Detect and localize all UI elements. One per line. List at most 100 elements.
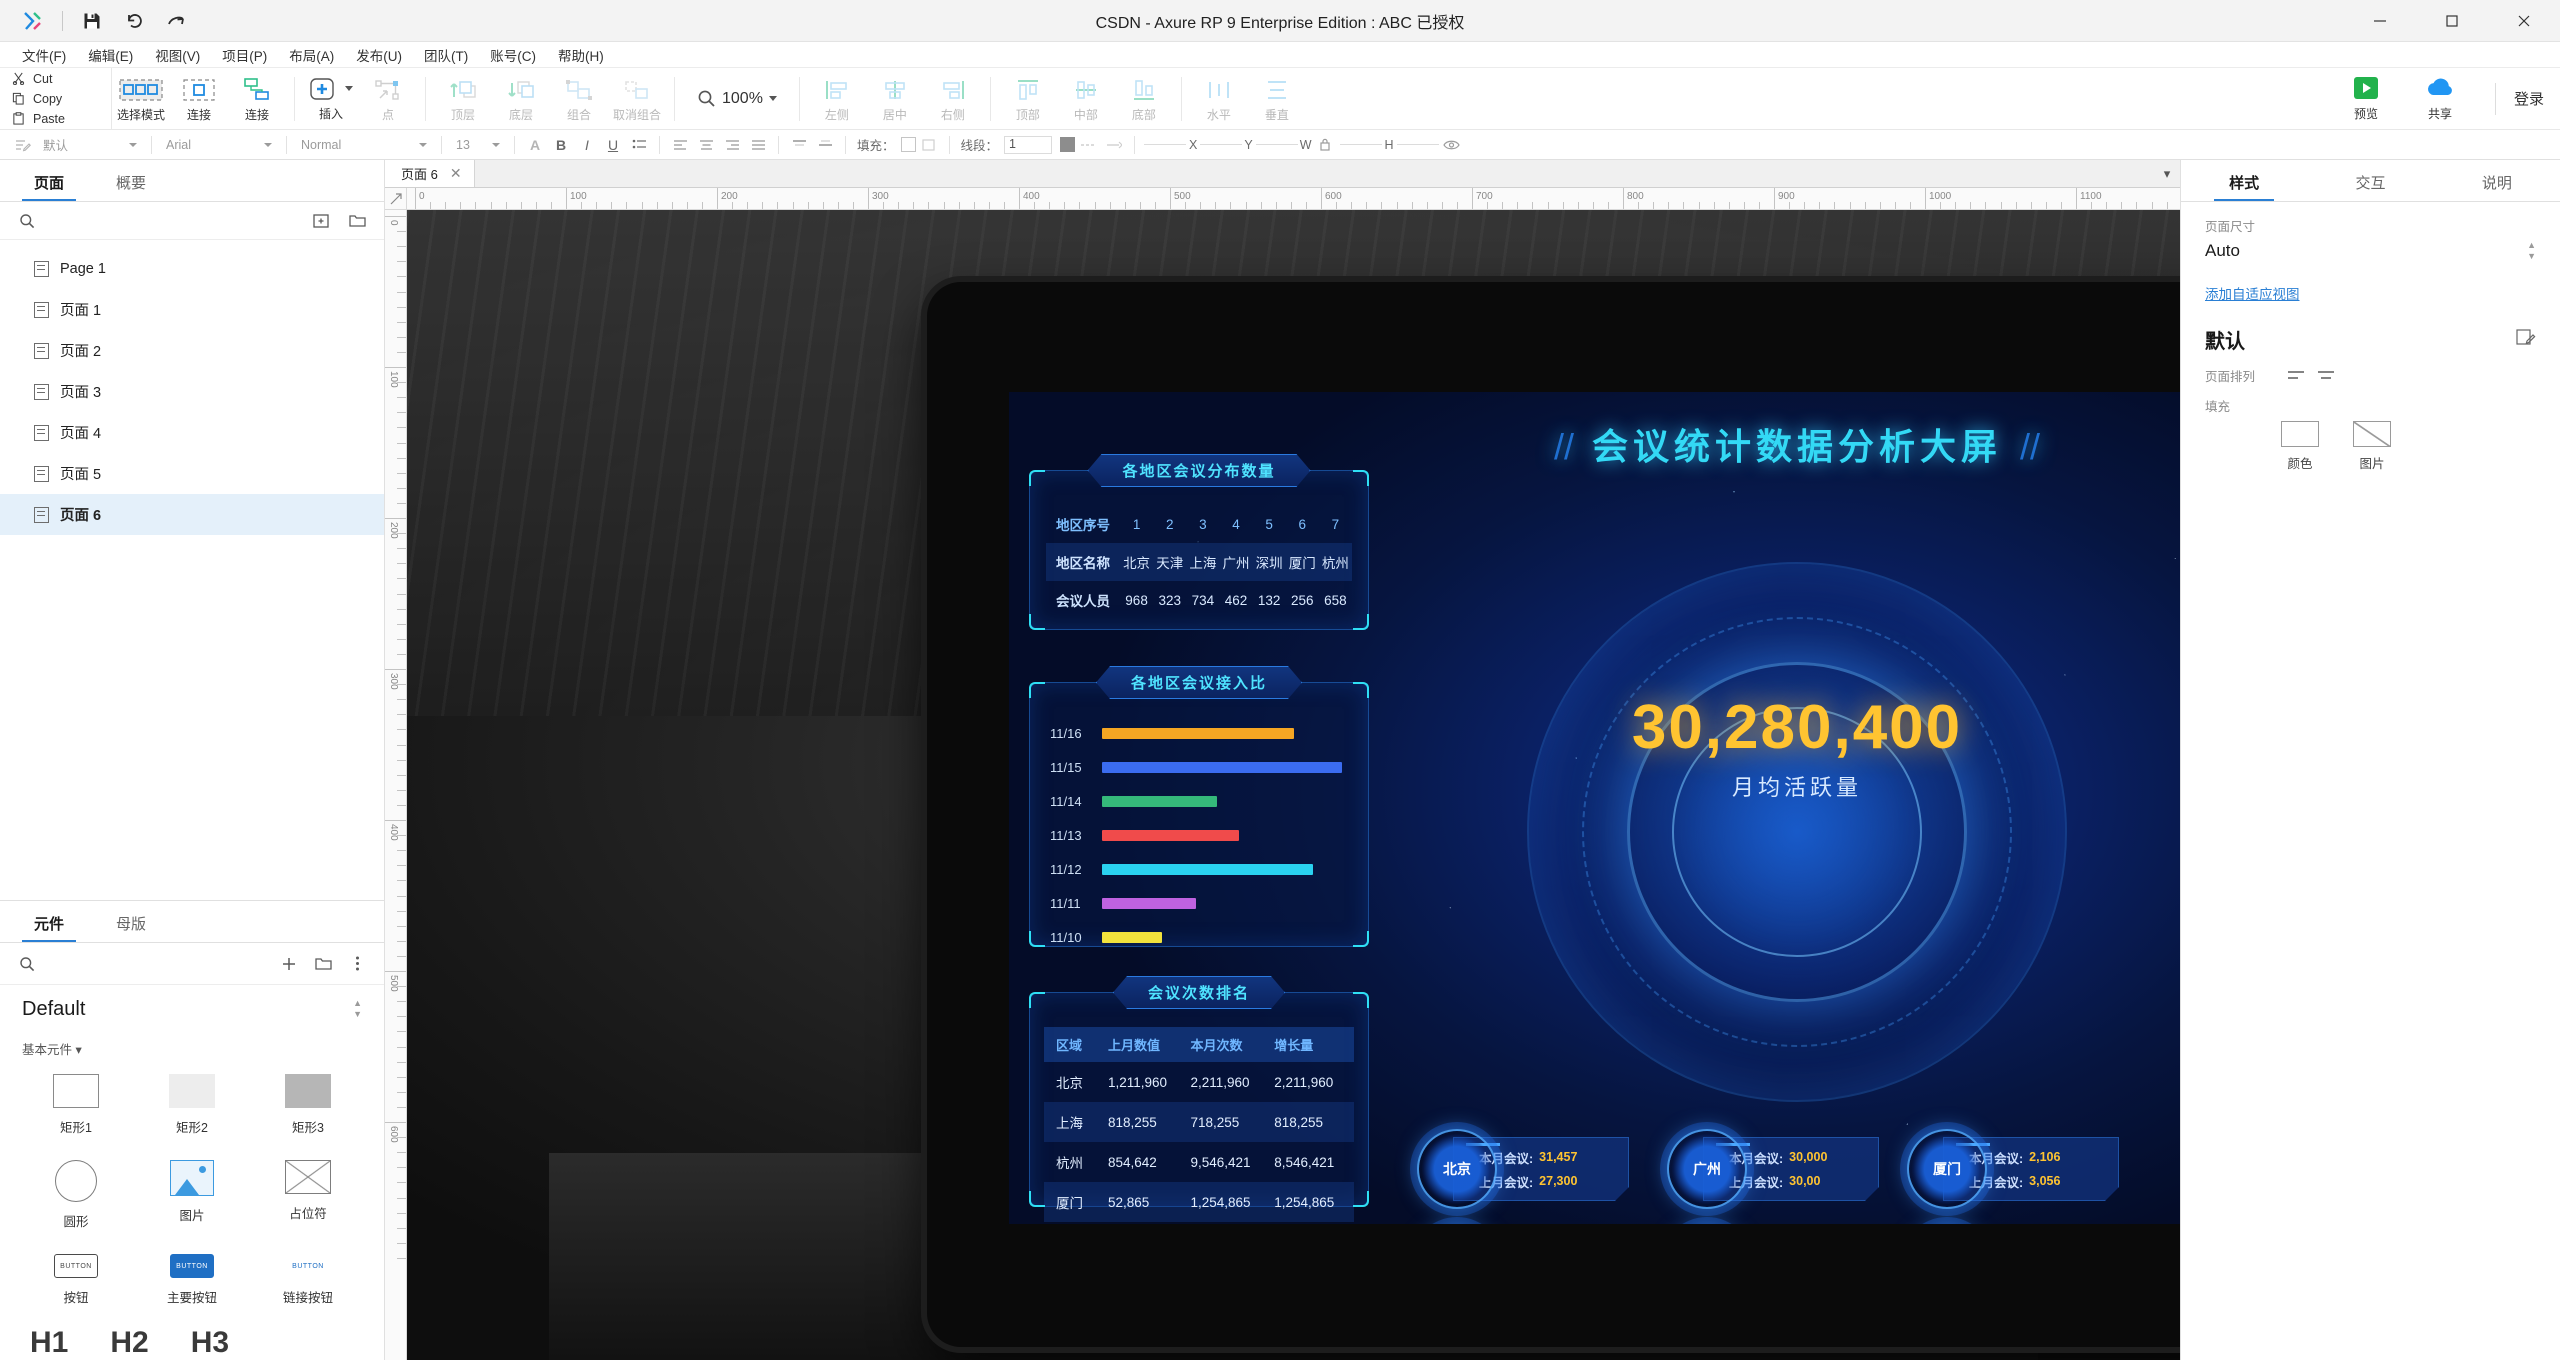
- close-button[interactable]: [2488, 0, 2560, 42]
- align-center-button[interactable]: 居中: [866, 68, 924, 129]
- tab-outline[interactable]: 概要: [90, 172, 172, 201]
- line-color-swatch[interactable]: [1060, 137, 1076, 152]
- point-button[interactable]: 点: [359, 68, 417, 129]
- login-link[interactable]: 登录: [2514, 88, 2544, 109]
- style-paint-icon[interactable]: [10, 134, 36, 156]
- canvas-tab-page6[interactable]: 页面 6 ✕: [385, 160, 475, 187]
- page-align-center-icon[interactable]: [2311, 364, 2341, 386]
- align-top-button[interactable]: 顶部: [999, 68, 1057, 129]
- page-item-1[interactable]: 页面 1: [0, 289, 384, 330]
- library-search-icon[interactable]: [14, 952, 40, 976]
- maximize-button[interactable]: [2416, 0, 2488, 42]
- widget-placeholder[interactable]: 占位符: [250, 1152, 366, 1240]
- edit-style-icon[interactable]: [2516, 328, 2536, 352]
- insert-button[interactable]: 插入: [303, 68, 359, 129]
- style-select[interactable]: 默认: [36, 134, 144, 156]
- ruler-corner[interactable]: [385, 188, 407, 209]
- line-style-dashed-icon[interactable]: [1075, 134, 1101, 156]
- distribute-horizontal-button[interactable]: 水平: [1190, 68, 1248, 129]
- tab-widgets[interactable]: 元件: [8, 913, 90, 942]
- library-folder-icon[interactable]: [310, 952, 336, 976]
- page-size-select[interactable]: Auto ▲ ▼: [2205, 241, 2536, 269]
- close-icon[interactable]: ✕: [450, 165, 462, 182]
- page-item-6[interactable]: 页面 6: [0, 494, 384, 535]
- bold-icon[interactable]: B: [548, 134, 574, 156]
- position-x-field[interactable]: X: [1144, 138, 1243, 152]
- group-button[interactable]: 组合: [550, 68, 608, 129]
- menu-publish[interactable]: 发布(U): [346, 42, 412, 68]
- position-y-field[interactable]: Y: [1244, 138, 1298, 152]
- page-item-2[interactable]: 页面 2: [0, 330, 384, 371]
- connect-button[interactable]: 连接: [170, 68, 228, 129]
- page-align-left-icon[interactable]: [2281, 364, 2311, 386]
- menu-layout[interactable]: 布局(A): [279, 42, 344, 68]
- widget-h2[interactable]: H2: [110, 1326, 148, 1360]
- zoom-caret-icon[interactable]: [768, 96, 777, 101]
- menu-help[interactable]: 帮助(H): [548, 42, 614, 68]
- menu-view[interactable]: 视图(V): [145, 42, 210, 68]
- size-h-field[interactable]: H: [1339, 138, 1439, 152]
- add-page-icon[interactable]: [308, 209, 334, 233]
- adaptive-view-link[interactable]: 添加自适应视图: [2181, 269, 2560, 303]
- align-right-button[interactable]: 右侧: [924, 68, 982, 129]
- align-left-button[interactable]: 左侧: [808, 68, 866, 129]
- widget-rectangle2[interactable]: 矩形2: [134, 1066, 250, 1146]
- widget-button[interactable]: BUTTON 按钮: [18, 1246, 134, 1316]
- insert-caret-icon[interactable]: [345, 86, 353, 91]
- tab-pages[interactable]: 页面: [8, 172, 90, 201]
- zoom-control[interactable]: 100%: [683, 68, 791, 129]
- valign-top-icon[interactable]: [786, 134, 812, 156]
- menu-file[interactable]: 文件(F): [12, 42, 76, 68]
- widget-rectangle3[interactable]: 矩形3: [250, 1066, 366, 1146]
- page-size-stepper-icon[interactable]: ▲ ▼: [2527, 241, 2536, 261]
- pages-search-icon[interactable]: [14, 209, 40, 233]
- tab-style[interactable]: 样式: [2181, 172, 2307, 201]
- tab-notes[interactable]: 说明: [2434, 172, 2560, 201]
- page-item-5[interactable]: 页面 5: [0, 453, 384, 494]
- page-item-4[interactable]: 页面 4: [0, 412, 384, 453]
- library-more-icon[interactable]: [344, 952, 370, 976]
- fill-color-option[interactable]: 颜色: [2281, 421, 2319, 472]
- widget-circle[interactable]: 圆形: [18, 1152, 134, 1240]
- save-icon[interactable]: [73, 6, 111, 36]
- text-align-center-icon[interactable]: [693, 134, 719, 156]
- library-stepper-icon[interactable]: ▲ ▼: [353, 999, 362, 1019]
- ungroup-button[interactable]: 取消组合: [608, 68, 666, 129]
- page-item-page1[interactable]: Page 1: [0, 248, 384, 289]
- tab-masters[interactable]: 母版: [90, 913, 172, 942]
- lock-aspect-icon[interactable]: [1312, 134, 1338, 156]
- minimize-button[interactable]: [2344, 0, 2416, 42]
- copy-button[interactable]: Copy: [12, 89, 111, 109]
- horizontal-ruler[interactable]: 0 100 200 300 400 500 600 700 800 900 1000 1100: [407, 188, 2180, 209]
- underline-icon[interactable]: U: [600, 134, 626, 156]
- menu-team[interactable]: 团队(T): [414, 42, 478, 68]
- text-align-left-icon[interactable]: [667, 134, 693, 156]
- align-bottom-button[interactable]: 底部: [1115, 68, 1173, 129]
- menu-account[interactable]: 账号(C): [480, 42, 546, 68]
- menu-project[interactable]: 项目(P): [212, 42, 277, 68]
- size-w-field[interactable]: W: [1300, 138, 1312, 152]
- paste-button[interactable]: Paste: [12, 109, 111, 129]
- redo-icon[interactable]: [157, 6, 195, 36]
- design-canvas[interactable]: //会议统计数据分析大屏// 30,280,400 月均活跃量 各地区会议分布数…: [407, 210, 2180, 1360]
- widget-h1[interactable]: H1: [30, 1326, 68, 1360]
- widget-h3[interactable]: H3: [191, 1326, 229, 1360]
- text-align-justify-icon[interactable]: [745, 134, 771, 156]
- library-group-label[interactable]: 基本元件 ▾: [0, 1033, 384, 1066]
- cut-button[interactable]: Cut: [12, 69, 111, 89]
- valign-middle-icon[interactable]: [812, 134, 838, 156]
- vertical-ruler[interactable]: 0 100 200 300 400 500 600: [385, 210, 407, 1360]
- fill-color-swatch[interactable]: [900, 137, 916, 152]
- font-weight-select[interactable]: Normal: [294, 134, 434, 156]
- library-selector[interactable]: Default ▲ ▼: [0, 985, 384, 1033]
- text-color-icon[interactable]: A: [522, 134, 548, 156]
- widget-link-button[interactable]: BUTTON 链接按钮: [250, 1246, 366, 1316]
- line-width-input[interactable]: 1: [1004, 135, 1053, 154]
- distribute-vertical-button[interactable]: 垂直: [1248, 68, 1306, 129]
- page-item-3[interactable]: 页面 3: [0, 371, 384, 412]
- text-align-right-icon[interactable]: [719, 134, 745, 156]
- send-to-back-button[interactable]: 底层: [492, 68, 550, 129]
- share-button[interactable]: 共享: [2403, 75, 2477, 122]
- font-size-select[interactable]: 13: [449, 134, 507, 156]
- bullet-list-icon[interactable]: [626, 134, 652, 156]
